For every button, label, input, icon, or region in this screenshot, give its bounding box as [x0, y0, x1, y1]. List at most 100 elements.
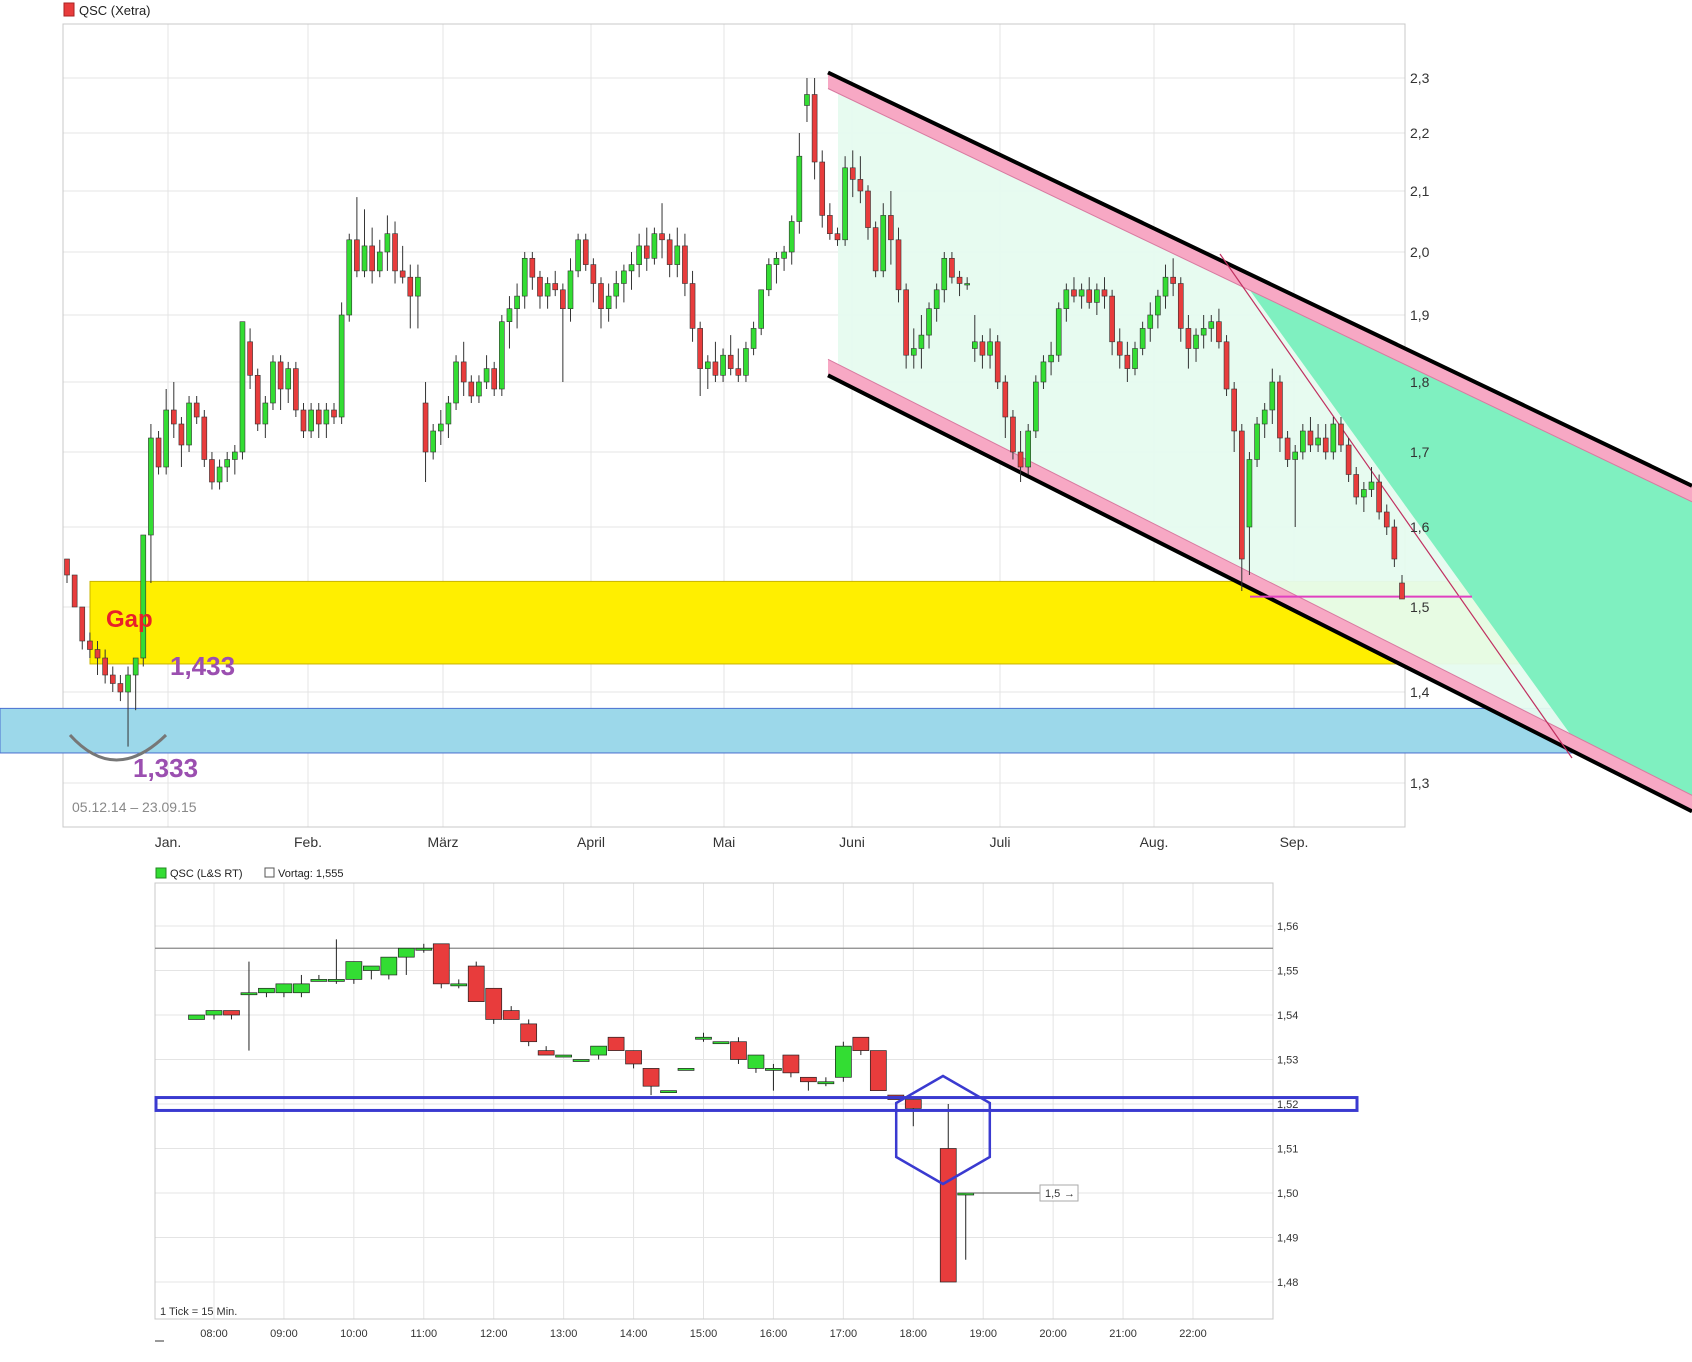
main-candle-body	[1185, 328, 1192, 349]
main-candle-body	[987, 341, 993, 356]
main-x-axis: Jan. Feb. März April Mai Juni Juli Aug. Sep.	[155, 834, 1309, 850]
main-candle-body	[79, 606, 86, 642]
main-candle-body	[613, 283, 620, 297]
main-candle-body	[308, 409, 314, 432]
intraday-candle-body	[660, 1090, 677, 1094]
intraday-candle-body	[397, 947, 415, 958]
intraday-candle-body	[642, 1068, 660, 1087]
main-candle-body	[537, 276, 543, 297]
main-candle-body	[1254, 423, 1260, 460]
intraday-candle-body	[625, 1050, 642, 1065]
main-candle-body	[682, 245, 688, 284]
main-candle-body	[1223, 341, 1230, 390]
main-candle-body	[994, 341, 1001, 383]
main-y-tick-label: 2,2	[1410, 125, 1430, 141]
intraday-candle-body	[590, 1045, 607, 1056]
main-candle-body	[1330, 423, 1337, 453]
main-candle-body	[148, 437, 154, 536]
main-candle-body	[1338, 423, 1344, 446]
intraday-y-tick-label: 1,56	[1277, 921, 1298, 933]
main-candle-body	[1368, 481, 1375, 490]
main-candle-body	[1002, 381, 1009, 418]
intraday-candle-body	[258, 987, 275, 994]
intraday-y-tick-label: 1,54	[1277, 1010, 1298, 1022]
main-candle-body	[842, 167, 848, 241]
main-candle-body	[102, 657, 108, 676]
main-candle-body	[567, 270, 574, 309]
main-y-tick-label: 2,0	[1410, 244, 1430, 260]
main-candle-body	[399, 270, 406, 278]
main-candle-body	[499, 321, 505, 390]
main-candle-body	[1025, 430, 1031, 468]
intraday-candle-body	[782, 1054, 800, 1074]
main-candle-body	[178, 423, 185, 446]
main-candle-body	[697, 328, 703, 369]
main-candle-body	[659, 233, 665, 241]
main-candle-body	[865, 190, 871, 228]
main-candle-body	[476, 381, 482, 397]
intraday-x-tick-label: 09:00	[270, 1328, 298, 1340]
intraday-candle-body	[467, 965, 485, 1002]
main-candle-body	[186, 402, 192, 446]
main-candle-body	[933, 289, 940, 309]
main-candle-body	[712, 361, 719, 376]
intraday-candle-body	[450, 983, 468, 987]
main-candle-body	[1010, 416, 1016, 453]
intraday-candle-body	[765, 1068, 782, 1071]
intraday-y-tick-label: 1,48	[1277, 1277, 1298, 1289]
main-candle-body	[1116, 341, 1123, 356]
main-candle-body	[155, 437, 162, 468]
main-candle-body	[636, 245, 642, 265]
main-candle-body	[1239, 430, 1245, 560]
main-candle-body	[621, 270, 627, 284]
intraday-candle-body	[188, 1014, 205, 1020]
main-candle-body	[1170, 276, 1176, 284]
main-candle-body	[605, 295, 612, 310]
main-candle-body	[1315, 437, 1321, 446]
main-candle-body	[1200, 328, 1207, 336]
main-candle-body	[880, 215, 887, 272]
main-chart: QSC (Xetra) Gap 1,433 1,333 05.12.14 – 2…	[0, 2, 1692, 850]
intraday-candle-body	[223, 1010, 240, 1016]
intraday-chart: QSC (L&S RT) Vortag: 1,555 1,5 → 1 Tick …	[154, 867, 1359, 1342]
main-candle-body	[491, 368, 498, 390]
legend-label-xetra: QSC (Xetra)	[79, 3, 151, 18]
intraday-x-tick-label: 11:00	[410, 1328, 437, 1340]
main-candle-body	[1399, 582, 1405, 600]
main-candle-body	[811, 94, 818, 163]
main-candle-body	[201, 416, 208, 460]
intraday-x-tick-label: 08:00	[200, 1328, 228, 1340]
main-candle-body	[1132, 348, 1138, 369]
main-candle-body	[903, 289, 909, 356]
main-candle-body	[239, 321, 246, 453]
intraday-candle-body	[380, 956, 398, 976]
main-candle-body	[87, 640, 93, 650]
main-x-tick-label: Jan.	[155, 834, 181, 850]
main-candle-body	[384, 233, 391, 253]
main-candle-body	[552, 283, 559, 291]
main-candle-body	[193, 402, 200, 418]
intraday-candle-body	[607, 1036, 625, 1051]
main-candle-body	[254, 374, 261, 425]
main-candle-body	[1246, 459, 1253, 528]
intraday-candle-body	[345, 961, 363, 980]
main-candle-body	[949, 257, 955, 278]
main-candle-body	[1292, 451, 1298, 460]
intraday-candle-body	[415, 947, 433, 951]
main-candle-body	[1033, 381, 1039, 432]
date-range-label: 05.12.14 – 23.09.15	[72, 799, 197, 815]
main-x-tick-label: Mai	[713, 834, 736, 850]
main-candle-body	[788, 221, 795, 253]
main-x-tick-label: Aug.	[1140, 834, 1169, 850]
main-candle-body	[628, 264, 635, 272]
intraday-candle-body	[817, 1081, 835, 1085]
gap-label: Gap	[106, 606, 153, 633]
main-candle-body	[544, 283, 551, 297]
main-candle-body	[270, 361, 276, 404]
support-zone	[0, 707, 1692, 754]
main-candle-body	[361, 245, 368, 272]
main-candle-body	[64, 558, 70, 576]
intraday-x-tick-label: 12:00	[480, 1328, 508, 1340]
main-candle-body	[171, 409, 177, 425]
main-candle-body	[94, 649, 101, 659]
